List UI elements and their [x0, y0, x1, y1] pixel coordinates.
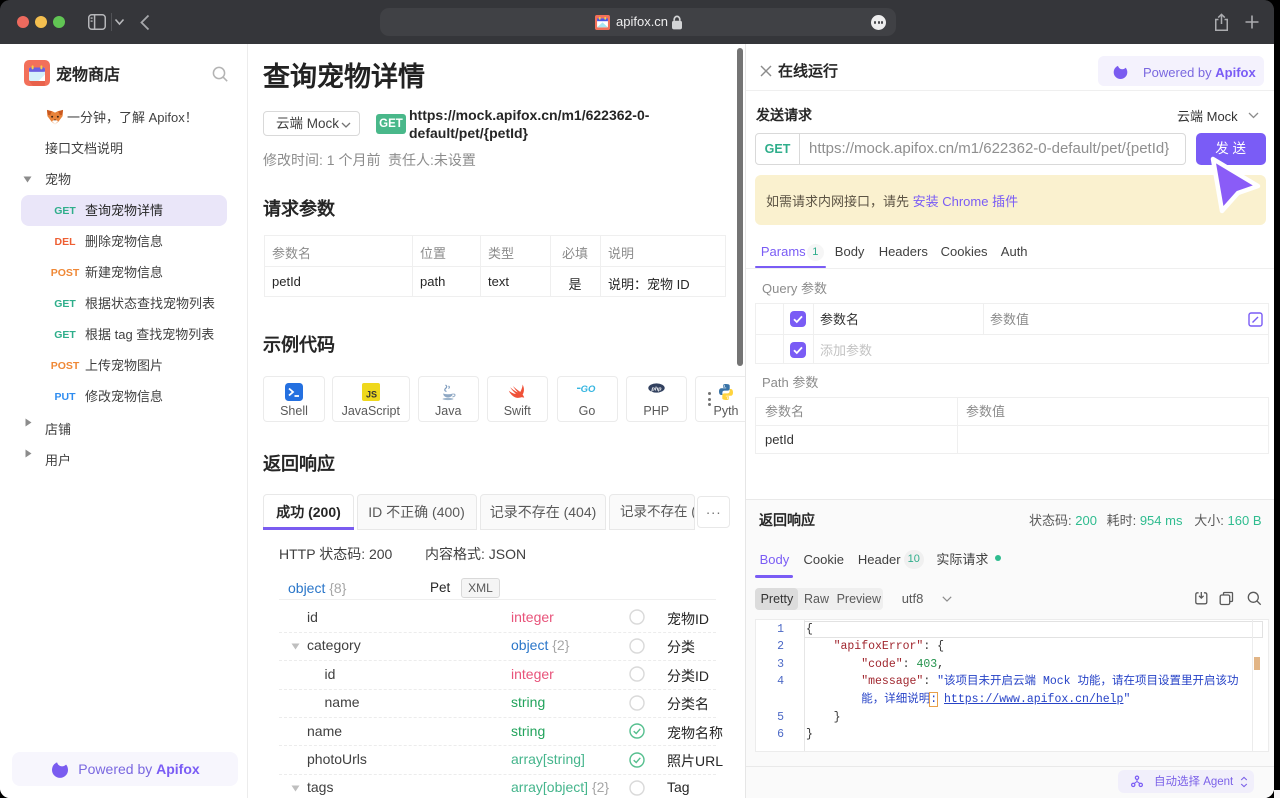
svg-text:JS: JS [366, 390, 377, 400]
svg-text:GO: GO [581, 384, 596, 393]
svg-text:php: php [650, 386, 662, 392]
